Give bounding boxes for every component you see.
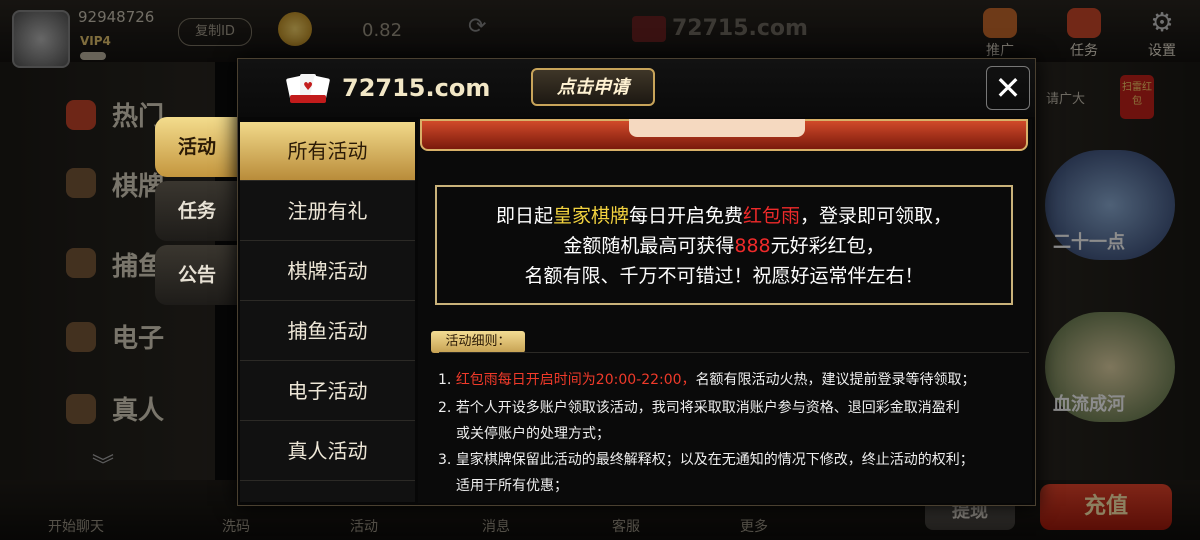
rule-3: 3. 皇家棋牌保留此活动的最终解释权；以及在无通知的情况下修改，终止活动的权利； <box>438 452 974 468</box>
activity-content[interactable]: 即日起皇家棋牌每日开启免费红包雨，登录即可领取， 金额随机最高可获得888元好彩… <box>418 119 1032 503</box>
rule-1: 1. 红包雨每日开启时间为20:00-22:00，名额有限活动火热，建议提前登录… <box>438 372 976 388</box>
activity-banner[interactable] <box>420 119 1028 151</box>
cards-logo-icon: ♥ <box>286 74 330 103</box>
rules-title: 活动细则： <box>431 331 525 353</box>
apply-button[interactable]: 点击申请 <box>531 68 655 106</box>
activity-notice: 即日起皇家棋牌每日开启免费红包雨，登录即可领取， 金额随机最高可获得888元好彩… <box>435 185 1013 305</box>
modal-logo-text: 72715.com <box>342 74 491 102</box>
category-slots[interactable]: 电子活动 <box>240 362 415 421</box>
notice-line-1: 即日起皇家棋牌每日开启免费红包雨，登录即可领取， <box>495 205 953 227</box>
svg-text:♥: ♥ <box>303 80 313 93</box>
banner-caption <box>629 119 805 137</box>
activity-modal: ♥ 72715.com 点击申请 ✕ 所有活动 注册有礼 棋牌活动 捕鱼活动 电… <box>237 58 1036 506</box>
notice-line-2: 金额随机最高可获得888元好彩红包， <box>563 235 885 257</box>
activity-category-list: 所有活动 注册有礼 棋牌活动 捕鱼活动 电子活动 真人活动 <box>240 122 415 502</box>
tab-notice[interactable]: 公告 <box>155 245 239 305</box>
category-all[interactable]: 所有活动 <box>240 122 415 181</box>
category-fishing[interactable]: 捕鱼活动 <box>240 302 415 361</box>
category-register[interactable]: 注册有礼 <box>240 182 415 241</box>
tab-task[interactable]: 任务 <box>155 181 239 241</box>
rules-divider <box>439 352 1029 353</box>
tab-activity[interactable]: 活动 <box>155 117 239 177</box>
modal-header: ♥ 72715.com 点击申请 ✕ <box>238 59 1035 117</box>
category-cards[interactable]: 棋牌活动 <box>240 242 415 301</box>
category-live[interactable]: 真人活动 <box>240 422 415 481</box>
notice-line-3: 名额有限、千万不可错过！祝愿好运常伴左右！ <box>524 265 924 287</box>
rule-2-cont: 或关停账户的处理方式； <box>456 426 610 442</box>
rule-2: 2. 若个人开设多账户领取该活动，我司将采取取消账户参与资格、退回彩金取消盈利 <box>438 400 960 416</box>
rule-3-cont: 适用于所有优惠； <box>456 478 568 494</box>
close-icon[interactable]: ✕ <box>986 66 1030 110</box>
